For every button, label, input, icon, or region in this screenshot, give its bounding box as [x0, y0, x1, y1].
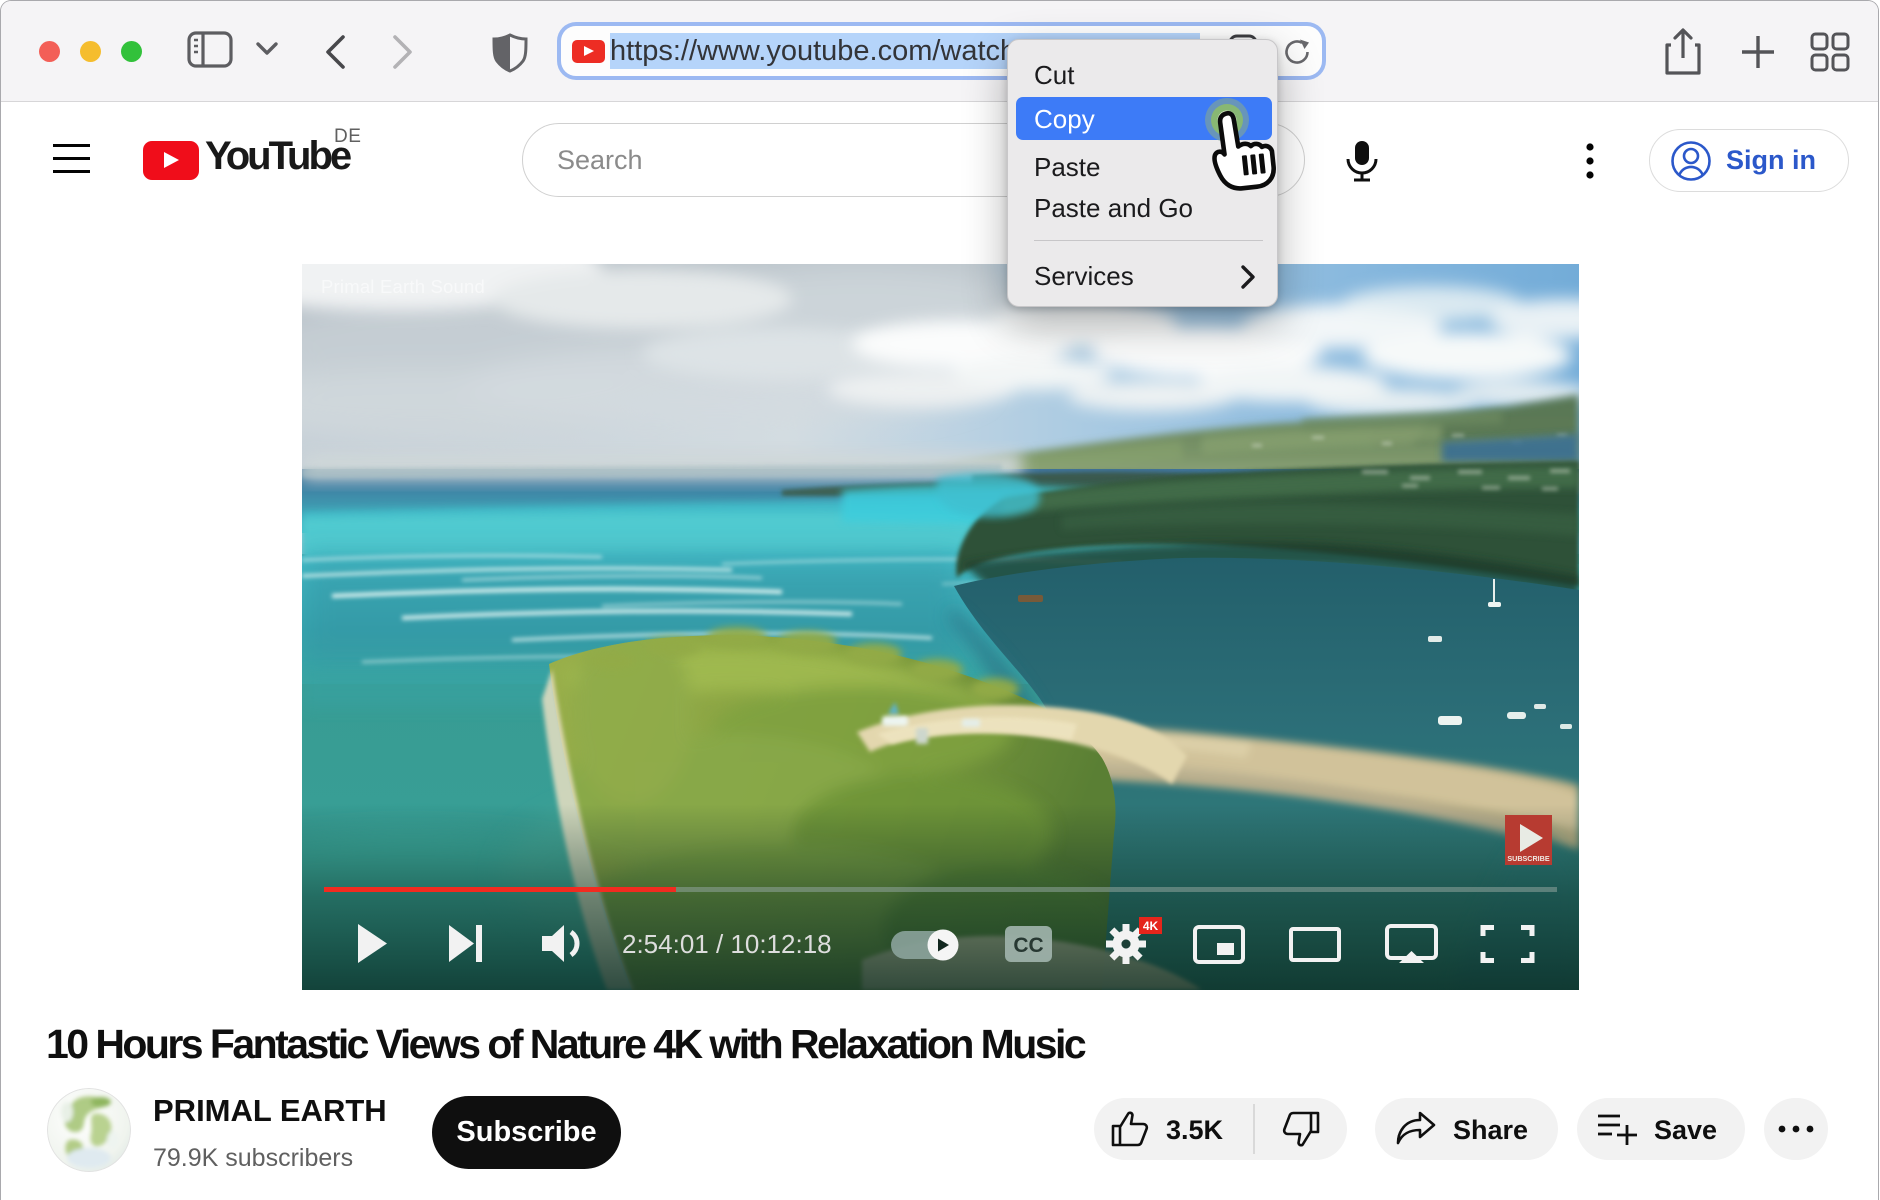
svg-text:2:54:01 / 10:12:18: 2:54:01 / 10:12:18: [622, 929, 832, 959]
svg-text:SUBSCRIBE: SUBSCRIBE: [1507, 854, 1550, 863]
svg-text:CC: CC: [1013, 934, 1043, 957]
svg-text:4K: 4K: [1143, 919, 1159, 933]
